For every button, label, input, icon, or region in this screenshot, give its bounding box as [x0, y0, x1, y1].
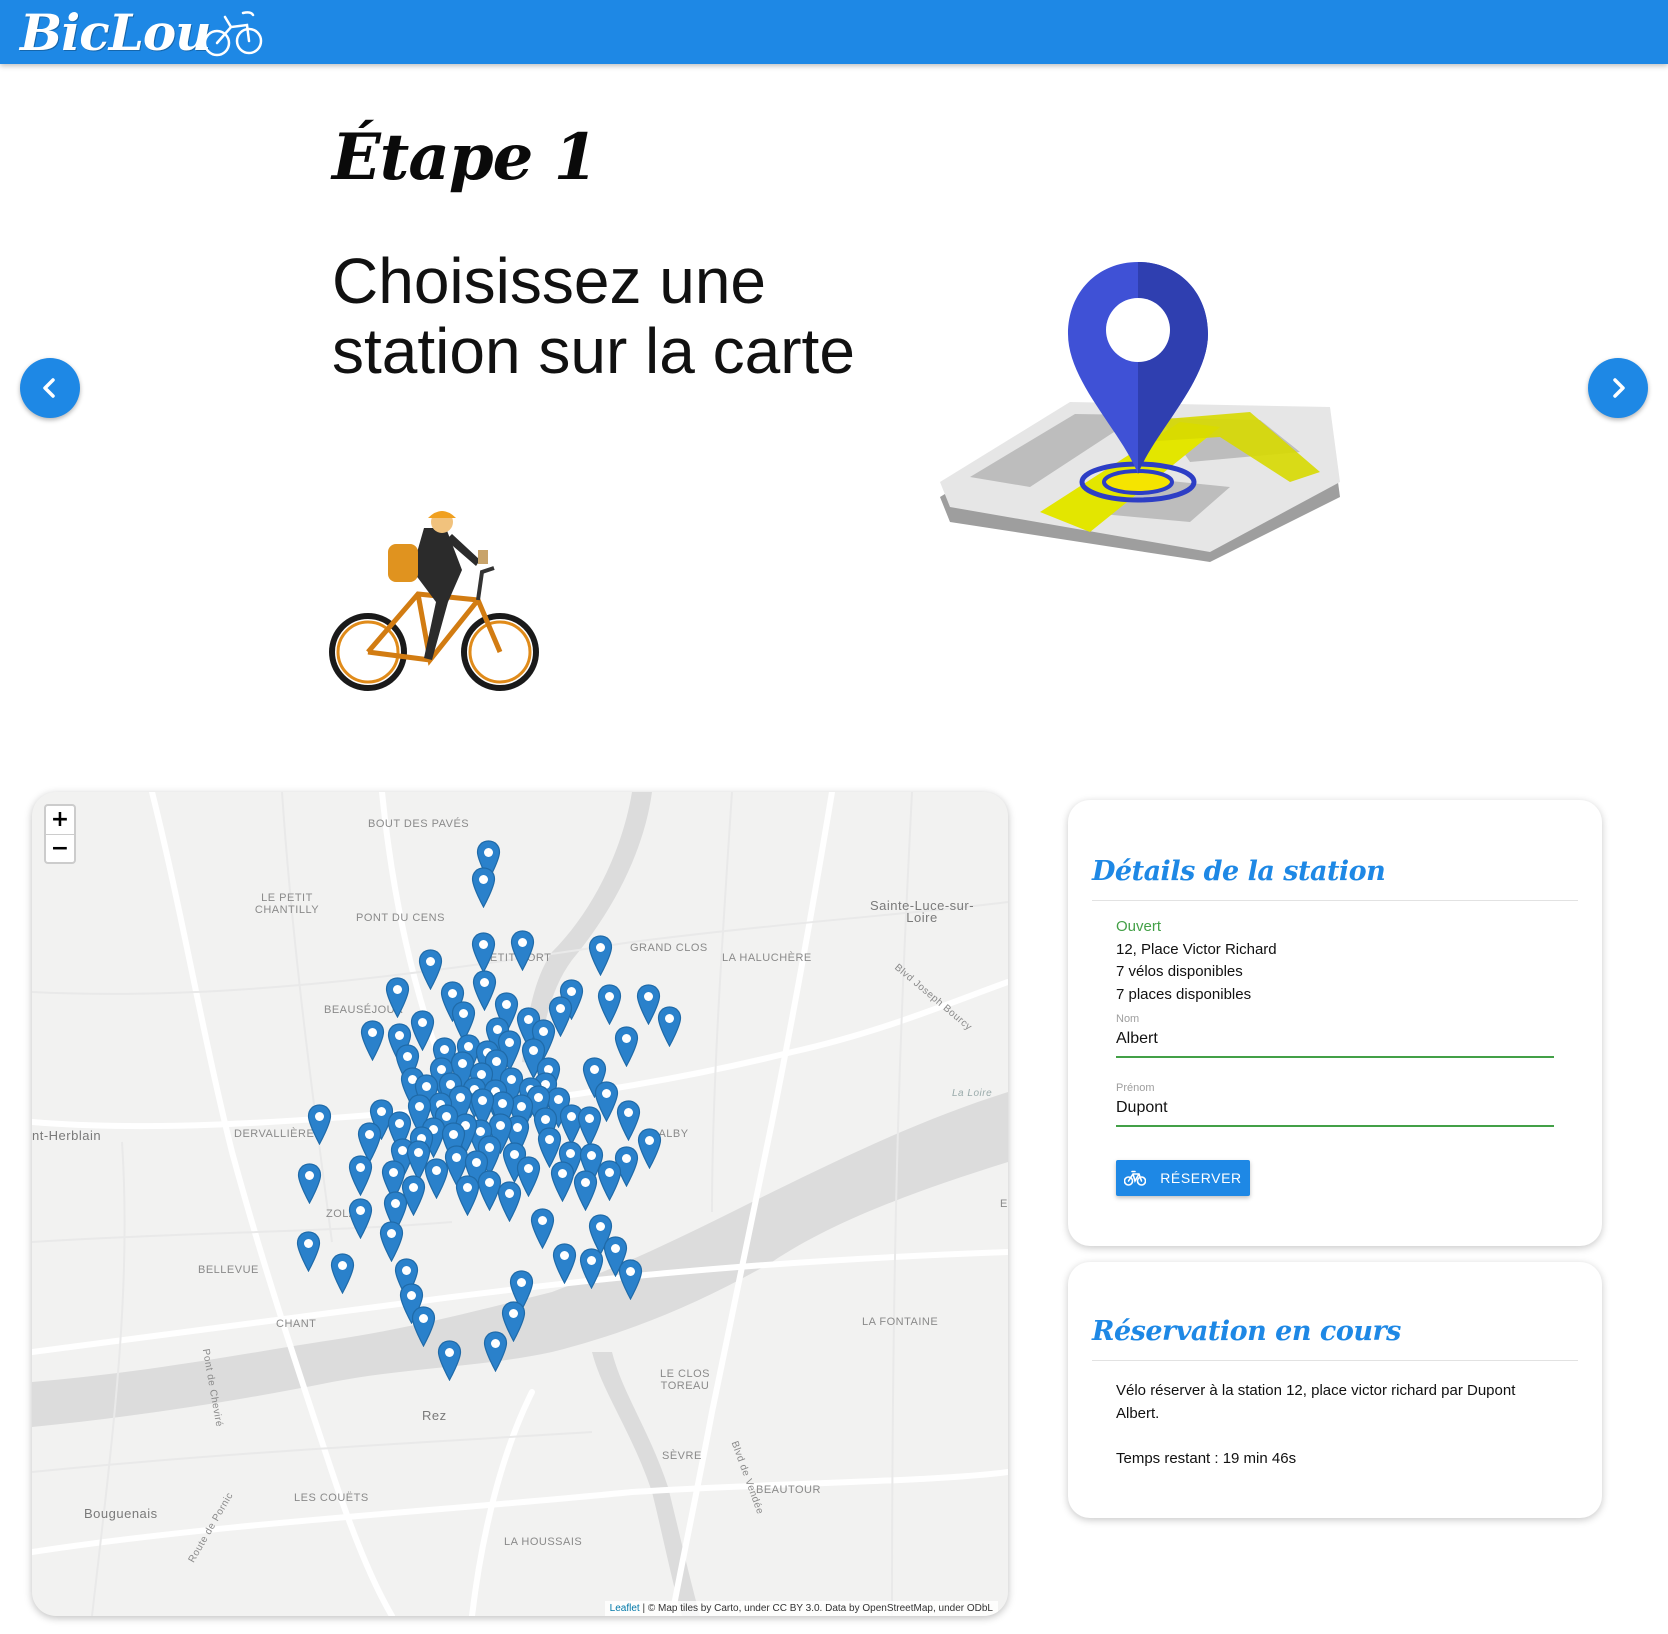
- station-marker[interactable]: [614, 1026, 639, 1067]
- prenom-input[interactable]: [1116, 1091, 1554, 1127]
- station-marker[interactable]: [573, 1170, 598, 1211]
- reserve-button-label: Réserver: [1160, 1170, 1242, 1186]
- map-label: BEAUTOUR: [756, 1484, 821, 1496]
- map-label: Rez: [422, 1408, 447, 1423]
- bike-logo-icon: [203, 11, 262, 57]
- reservation-timer: Temps restant : 19 min 46s: [1116, 1450, 1297, 1467]
- station-marker[interactable]: [471, 867, 496, 908]
- bicycle-icon: [1124, 1170, 1147, 1186]
- map-label: La Loire: [952, 1088, 993, 1099]
- station-marker[interactable]: [552, 1243, 577, 1284]
- map-label: LA FONTAINE: [862, 1316, 939, 1328]
- map-label: E: [1000, 1198, 1008, 1210]
- station-marker[interactable]: [385, 977, 410, 1018]
- cyclist-illustration: [329, 511, 539, 691]
- map-label: PONT DU CENS: [356, 912, 445, 924]
- slider-prev-button[interactable]: [20, 358, 80, 418]
- nom-input[interactable]: [1116, 1022, 1554, 1058]
- zoom-in-button[interactable]: +: [46, 806, 74, 834]
- station-marker[interactable]: [550, 1161, 575, 1202]
- map-label: BOUT DES PAVÉS: [368, 818, 470, 830]
- station-marker[interactable]: [296, 1231, 321, 1272]
- map-label: SÈVRE: [662, 1450, 702, 1462]
- details-title: Détails de la station: [1092, 856, 1386, 887]
- station-bikes: 7 vélos disponibles: [1116, 963, 1243, 980]
- station-status: Ouvert: [1116, 918, 1162, 935]
- map-label: Bouguenais: [84, 1506, 158, 1521]
- station-details-card: Détails de la station Ouvert 12, Place V…: [1068, 800, 1602, 1246]
- slider-next-button[interactable]: [1588, 358, 1648, 418]
- map-attribution: Leaflet | © Map tiles by Carto, under CC…: [604, 1601, 998, 1616]
- step-title: Étape 1: [332, 120, 598, 195]
- reservation-text: Vélo réserver à la station 12, place vic…: [1116, 1382, 1516, 1422]
- station-marker[interactable]: [411, 1306, 436, 1347]
- map-label: LA HALUCHÈRE: [722, 952, 812, 964]
- station-marker[interactable]: [637, 1128, 662, 1169]
- chevron-left-icon: [43, 378, 55, 398]
- station-marker[interactable]: [297, 1163, 322, 1204]
- map-label: LE CLOS TOREAU: [660, 1368, 710, 1392]
- station-marker[interactable]: [497, 1181, 522, 1222]
- map-label: LA HOUSSAIS: [504, 1536, 583, 1548]
- map-label: LE PETIT CHANTILLY: [254, 892, 320, 916]
- map-pin-illustration: [940, 262, 1340, 562]
- station-marker[interactable]: [437, 1340, 462, 1381]
- step-text: Choisissez une station sur la carte: [332, 245, 855, 387]
- map-label: CHANT: [276, 1318, 317, 1330]
- top-navbar: BicLou: [0, 0, 1668, 64]
- reserve-button[interactable]: Réserver: [1116, 1160, 1250, 1196]
- map-label: nt-Herblain: [32, 1128, 102, 1143]
- reservation-title: Réservation en cours: [1092, 1316, 1401, 1347]
- map-label: LES COUËTS: [294, 1492, 369, 1504]
- station-info: Ouvert 12, Place Victor Richard 7 vélos …: [1116, 916, 1277, 1006]
- station-marker[interactable]: [360, 1020, 385, 1061]
- station-marker[interactable]: [471, 932, 496, 973]
- station-marker[interactable]: [588, 935, 613, 976]
- zoom-out-button[interactable]: −: [46, 834, 74, 862]
- station-places: 7 places disponibles: [1116, 985, 1252, 1003]
- map-label: GRAND CLOS: [630, 942, 708, 954]
- station-marker[interactable]: [510, 930, 535, 971]
- map-label: BELLEVUE: [198, 1264, 259, 1276]
- station-marker[interactable]: [307, 1104, 332, 1145]
- leaflet-link[interactable]: Leaflet: [610, 1603, 640, 1614]
- station-marker[interactable]: [597, 1160, 622, 1201]
- reservation-card: Réservation en cours Vélo réserver à la …: [1068, 1262, 1602, 1518]
- zoom-control: + −: [44, 804, 76, 864]
- station-marker[interactable]: [379, 1221, 404, 1262]
- station-marker[interactable]: [579, 1248, 604, 1289]
- station-address: 12, Place Victor Richard: [1116, 940, 1277, 958]
- map-label: Sainte-Luce-sur-Loire: [869, 898, 975, 925]
- station-marker[interactable]: [348, 1155, 373, 1196]
- station-marker[interactable]: [618, 1259, 643, 1300]
- brand-logo[interactable]: BicLou: [20, 2, 265, 62]
- station-marker[interactable]: [348, 1198, 373, 1239]
- station-marker[interactable]: [483, 1331, 508, 1372]
- station-marker[interactable]: [330, 1253, 355, 1294]
- brand-name: BicLou: [20, 2, 212, 62]
- station-marker[interactable]: [597, 984, 622, 1025]
- divider: [1092, 1360, 1578, 1361]
- station-marker[interactable]: [657, 1006, 682, 1047]
- attribution-text: | © Map tiles by Carto, under CC BY 3.0.…: [639, 1603, 993, 1614]
- station-marker[interactable]: [424, 1158, 449, 1199]
- divider: [1092, 900, 1578, 901]
- station-map[interactable]: BOUT DES PAVÉS LE PETIT CHANTILLY PONT D…: [32, 792, 1008, 1616]
- chevron-right-icon: [1613, 378, 1625, 398]
